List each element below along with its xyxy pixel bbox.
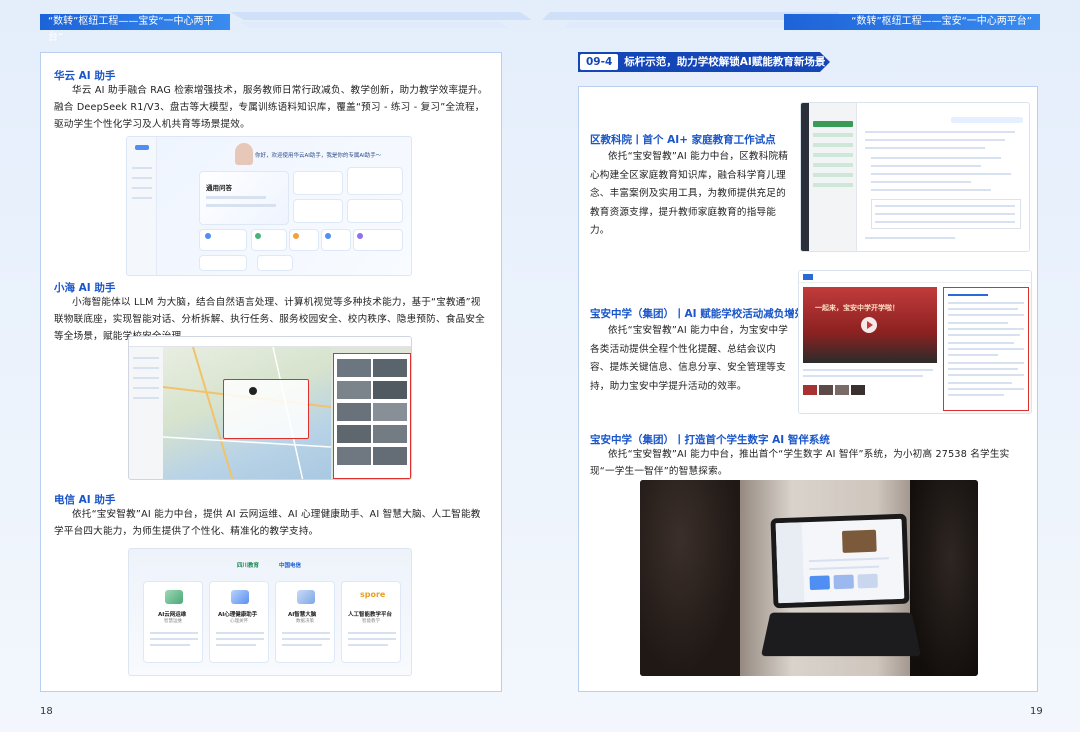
header-tag-right: “数转”枢纽工程——宝安“一中心两平台” xyxy=(784,14,1040,30)
section-title-xiaohai: 小海 AI 助手 xyxy=(54,282,116,294)
telecom-card-3: AI智慧大脑 数据决策 xyxy=(275,581,335,663)
section-title-ai-companion: 宝安中学（集团）丨打造首个学生数字 AI 智伴系统 xyxy=(590,434,830,446)
video-caption: 一起来，宝安中学开学啦！ xyxy=(815,304,899,312)
telecom-card-4: spore 人工智能教学平台 智能教学 xyxy=(341,581,401,663)
play-icon[interactable] xyxy=(861,317,877,333)
section-title-huayun: 华云 AI 助手 xyxy=(54,70,116,82)
student-tablet-photo xyxy=(640,480,978,676)
page-number-right: 19 xyxy=(1030,706,1043,717)
left-page: “数转”枢纽工程——宝安“一中心两平台” 华云 AI 助手 华云 AI 助手融合… xyxy=(0,0,540,732)
section-title-baoan-activities: 宝安中学（集团）丨AI 赋能学校活动减负增效 xyxy=(590,308,806,320)
page-number-left: 18 xyxy=(40,706,53,717)
telecom-logo-left: 四川教育 xyxy=(237,563,260,569)
section-body-ai-companion: 依托“宝安智教”AI 能力中台，推出首个“学生数字 AI 智伴”系统，为小初高 … xyxy=(590,449,1010,477)
section-tab: 09-4 标杆示范，助力学校解锁AI赋能教育新场景 xyxy=(578,52,830,72)
section-body-telecom: 依托“宝安智教”AI 能力中台，提供 AI 云网运维、AI 心理健康助手、AI … xyxy=(54,509,481,537)
section-body-baoan-activities: 依托“宝安智教”AI 能力中台，为宝安中学各类活动提供全程个性化提醒、总结会议内… xyxy=(590,325,789,392)
telecom-screenshot: 四川教育 中国电信 AI云网运维 智慧运维 AI心理健康助手 心理关怀 AI智慧… xyxy=(128,548,412,676)
header-tag-left: “数转”枢纽工程——宝安“一中心两平台” xyxy=(40,14,230,43)
huayun-card-title: 通用问答 xyxy=(206,184,232,192)
telecom-card-1: AI云网运维 智慧运维 xyxy=(143,581,203,663)
section-body-kejiyuan: 依托“宝安智教”AI 能力中台，区教科院精心构建全区家庭教育知识库，融合科学育儿… xyxy=(590,151,789,236)
xiaohai-map-screenshot xyxy=(128,336,412,480)
spore-logo: spore xyxy=(360,590,386,599)
telecom-logo-right: 中国电信 xyxy=(279,563,302,569)
huayun-screenshot: 你好，欢迎使用华云AI助手，我是你的专属AI助手～ 通用问答 xyxy=(126,136,412,276)
section-body-huayun: 华云 AI 助手融合 RAG 检索增强技术，服务教师日常行政减负、教学创新，助力… xyxy=(54,85,488,130)
section-title-telecom: 电信 AI 助手 xyxy=(54,494,116,506)
huayun-welcome: 你好，欢迎使用华云AI助手，我是你的专属AI助手～ xyxy=(255,153,382,159)
section-title-kejiyuan: 区教科院丨首个 AI+ 家庭教育工作试点 xyxy=(590,134,776,146)
telecom-card-2: AI心理健康助手 心理关怀 xyxy=(209,581,269,663)
section-tab-title: 标杆示范，助力学校解锁AI赋能教育新场景 xyxy=(624,56,826,68)
family-education-screenshot xyxy=(800,102,1030,252)
section-tab-number: 09-4 xyxy=(580,54,619,70)
activity-video-screenshot: 一起来，宝安中学开学啦！ xyxy=(798,270,1032,414)
